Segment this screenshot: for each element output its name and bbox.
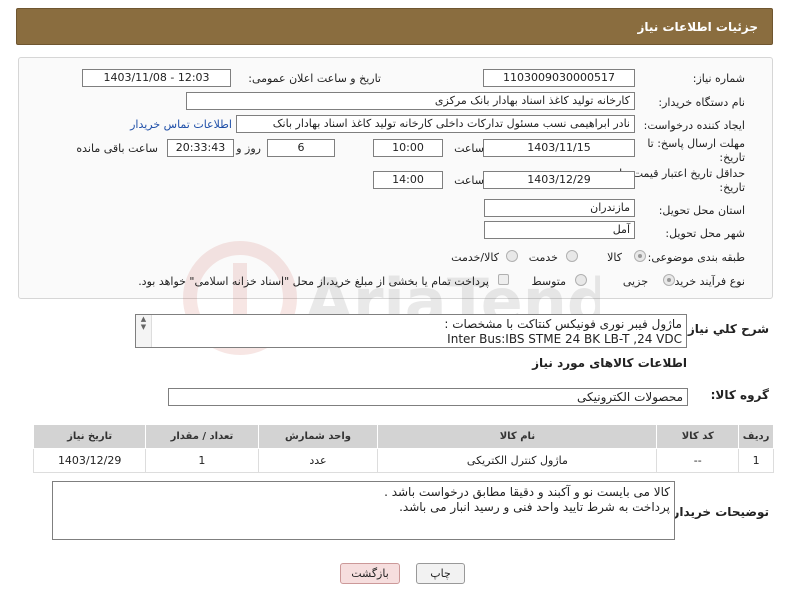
print-button[interactable]: چاپ: [416, 563, 465, 584]
general-desc-textarea[interactable]: ماژول فیبر نوری فونیکس کنتاکت با مشخصات …: [135, 314, 687, 348]
col-row: ردیف: [738, 424, 774, 449]
scroll-down-icon[interactable]: ▼: [136, 323, 151, 331]
scroll-up-icon[interactable]: ▲: [136, 315, 151, 323]
cat-service-label: خدمت: [528, 251, 558, 264]
payment-note: پرداخت تمام یا بخشی از مبلغ خرید،از محل …: [138, 275, 489, 288]
announce-field: 1403/11/08 - 12:03: [82, 69, 231, 87]
cat-service-radio[interactable]: [566, 250, 578, 262]
province-label: استان محل تحویل:: [658, 204, 745, 217]
items-table: ردیف کد کالا نام کالا واحد شمارش تعداد /…: [32, 424, 774, 473]
cat-both-radio[interactable]: [506, 250, 518, 262]
buyer-notes-label: توضیحات خریدار:: [667, 505, 769, 519]
proc-medium-radio[interactable]: [575, 274, 587, 286]
creator-field: نادر ابراهیمی نسب مسئول تدارکات داخلی کا…: [236, 115, 635, 133]
buyer-notes-textarea[interactable]: کالا می بایست نو و آکبند و دقیقا مطابق د…: [52, 481, 675, 540]
buyer-org-field: کارخانه تولید کاغذ اسناد بهادار بانک مرک…: [186, 92, 635, 110]
deadline-time-field: 10:00: [373, 139, 443, 157]
contact-info-link[interactable]: اطلاعات تماس خریدار: [130, 118, 232, 131]
announce-label: تاریخ و ساعت اعلان عمومی:: [248, 72, 381, 85]
goods-group-label: گروه کالا:: [710, 388, 769, 402]
days-field: 6: [267, 139, 335, 157]
page-header: جزئیات اطلاعات نیاز: [16, 8, 773, 45]
validity-time-label: ساعت: [454, 174, 484, 187]
scrollbar[interactable]: ▲ ▼: [136, 315, 152, 347]
cell-qty: 1: [145, 448, 259, 473]
need-number-field: 1103009030000517: [483, 69, 635, 87]
goods-section-title: اطلاعات کالاهای مورد نیاز: [532, 356, 687, 370]
col-unit: واحد شمارش: [257, 424, 379, 449]
days-label: روز و: [236, 142, 261, 155]
cell-row: 1: [738, 448, 774, 473]
remaining-label: ساعت باقی مانده: [76, 142, 158, 155]
payment-checkbox[interactable]: [498, 274, 509, 285]
validity-label: حداقل تاریخ اعتبار قیمت: تا: [619, 167, 745, 180]
cell-name: ماژول کنترل الکتریکی: [377, 448, 658, 473]
city-label: شهر محل تحویل:: [665, 227, 745, 240]
buyer-notes-line-2: پرداخت به شرط تایید واحد فنی و رسید انبا…: [399, 500, 670, 514]
deadline-time-label: ساعت: [454, 142, 484, 155]
page-title: جزئیات اطلاعات نیاز: [637, 20, 758, 34]
validity-date-field: 1403/12/29: [483, 171, 635, 189]
proc-partial-radio[interactable]: [663, 274, 675, 286]
cat-goods-label: کالا: [607, 251, 622, 264]
deadline-date-field: 1403/11/15: [483, 139, 635, 157]
city-field: آمل: [484, 221, 635, 239]
general-desc-label: شرح کلي نياز:: [683, 322, 769, 336]
need-number-label: شماره نیاز:: [692, 72, 745, 85]
creator-label: ایجاد کننده درخواست:: [643, 119, 745, 132]
general-desc-line-2: Inter Bus:IBS STME 24 BK LB-T ,24 VDC: [447, 332, 682, 346]
col-code: کد کالا: [656, 424, 740, 449]
deadline-label-date: تاریخ:: [719, 151, 745, 164]
cell-unit: عدد: [257, 448, 379, 473]
province-field: مازندران: [484, 199, 635, 217]
category-label: طبقه بندی موضوعی:: [647, 251, 745, 264]
validity-label-date: تاریخ:: [719, 181, 745, 194]
remaining-time-field: 20:33:43: [167, 139, 234, 157]
back-button[interactable]: بازگشت: [340, 563, 400, 584]
goods-group-field: محصولات الکترونیکی: [168, 388, 688, 406]
proc-medium-label: متوسط: [531, 275, 566, 288]
buyer-org-label: نام دستگاه خریدار:: [658, 96, 745, 109]
process-label: نوع فرآیند خرید :: [667, 275, 745, 288]
col-qty: تعداد / مقدار: [145, 424, 259, 449]
proc-partial-label: جزیی: [622, 275, 648, 288]
col-date: تاریخ نیاز: [32, 424, 147, 449]
validity-time-field: 14:00: [373, 171, 443, 189]
col-name: نام کالا: [377, 424, 658, 449]
buyer-notes-line-1: کالا می بایست نو و آکبند و دقیقا مطابق د…: [384, 485, 670, 499]
cell-date: 1403/12/29: [32, 448, 147, 473]
table-row: 1 -- ماژول کنترل الکتریکی عدد 1 1403/12/…: [32, 448, 774, 473]
general-desc-line-1: ماژول فیبر نوری فونیکس کنتاکت با مشخصات …: [444, 317, 682, 331]
cat-both-label: کالا/خدمت: [451, 251, 499, 264]
cat-goods-radio[interactable]: [634, 250, 646, 262]
deadline-label: مهلت ارسال پاسخ: تا: [647, 137, 745, 150]
cell-code: --: [656, 448, 740, 473]
